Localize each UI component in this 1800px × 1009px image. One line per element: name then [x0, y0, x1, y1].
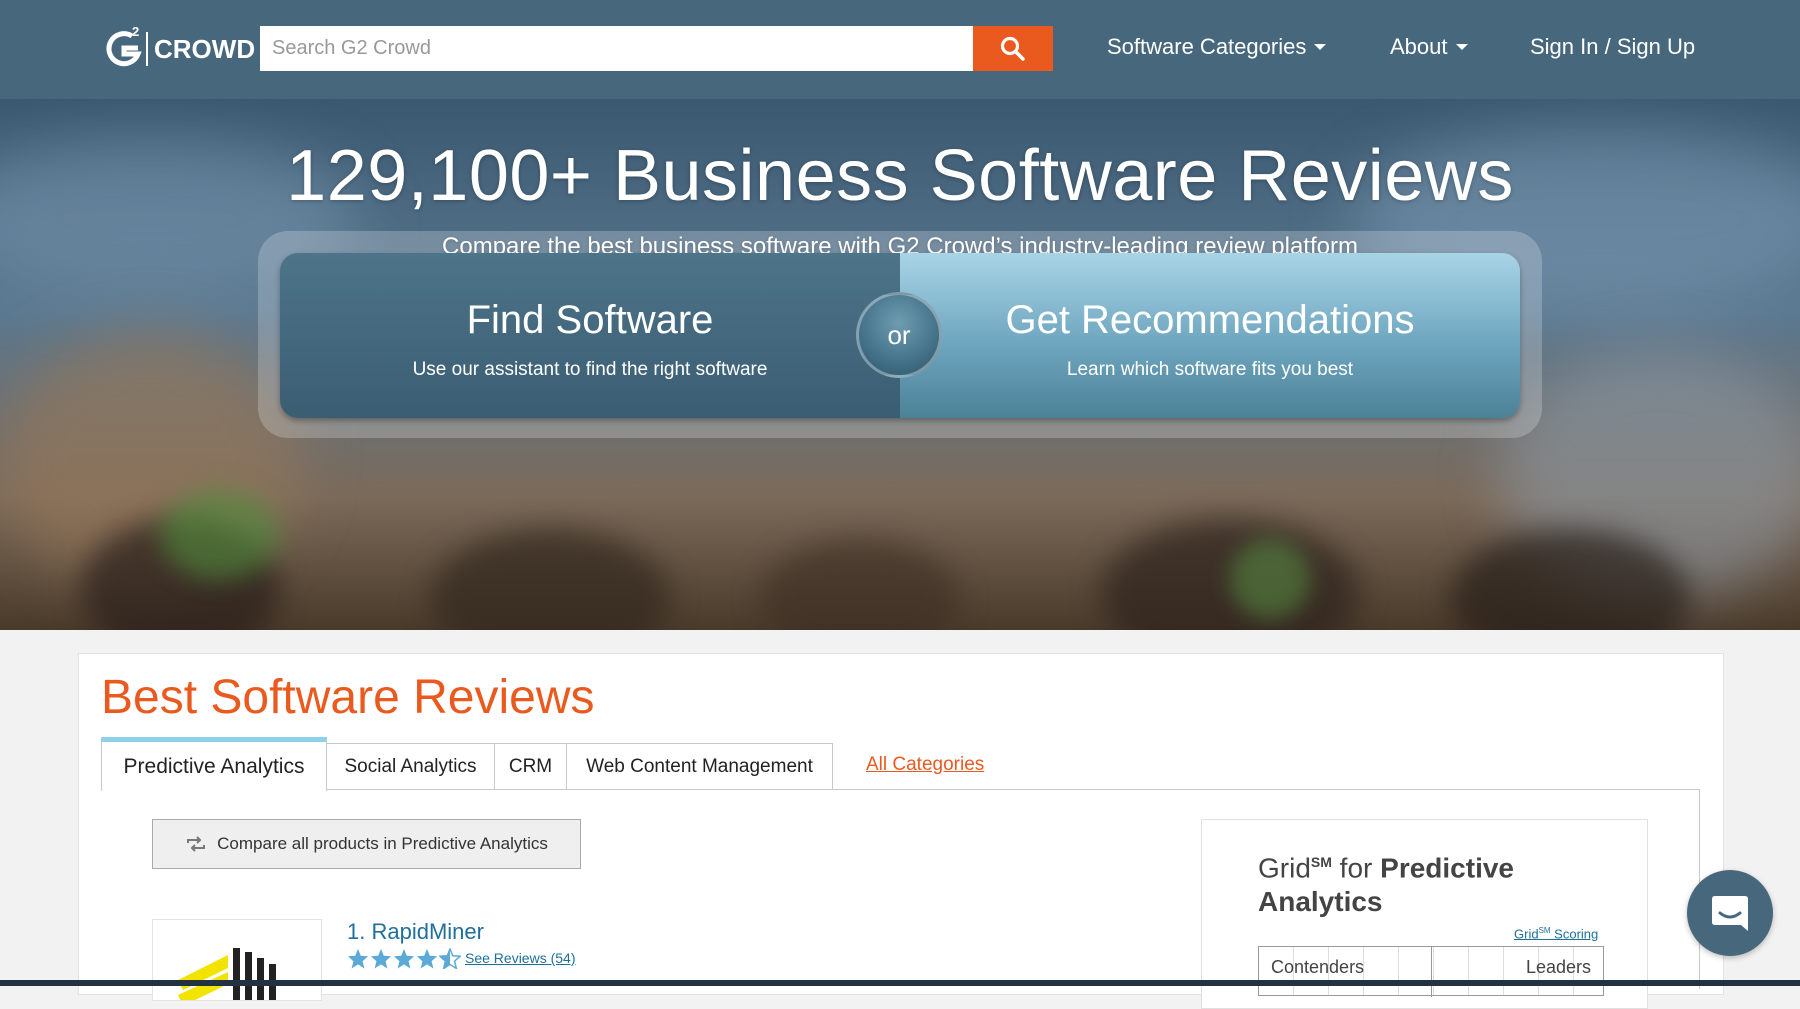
tab-predictive-analytics[interactable]: Predictive Analytics — [101, 737, 327, 791]
see-reviews-link[interactable]: See Reviews (54) — [465, 950, 576, 966]
compare-products-button[interactable]: Compare all products in Predictive Analy… — [152, 819, 581, 869]
product-name[interactable]: 1. RapidMiner — [347, 919, 484, 945]
bottom-edge-bar — [0, 980, 1800, 986]
grid-leaders-label: Leaders — [1525, 957, 1591, 977]
top-nav: 2 CROWD Software Categories About Sign I… — [0, 0, 1800, 99]
section-title: Best Software Reviews — [101, 671, 595, 724]
star-icon — [416, 948, 438, 969]
logo-separator — [146, 32, 148, 66]
chevron-down-icon — [1314, 44, 1327, 50]
star-icon — [393, 948, 415, 969]
tab-crm[interactable]: CRM — [494, 743, 567, 790]
magnifier-icon — [1000, 36, 1025, 61]
or-divider: or — [856, 292, 942, 378]
search-input[interactable] — [260, 26, 973, 71]
tab-web-content-management[interactable]: Web Content Management — [566, 743, 833, 790]
grid-chart-divider — [1431, 947, 1432, 997]
star-icon — [347, 948, 369, 969]
hero-title: 129,100+ Business Software Reviews — [286, 136, 1514, 216]
grid-scoring-suffix: Scoring — [1550, 926, 1599, 942]
star-icon — [370, 948, 392, 969]
compare-products-label: Compare all products in Predictive Analy… — [217, 834, 548, 853]
search-bar — [260, 26, 1053, 71]
tab-social-analytics[interactable]: Social Analytics — [326, 743, 495, 790]
all-categories-link[interactable]: All Categories — [866, 754, 984, 776]
grid-scoring-text: Grid — [1514, 926, 1539, 942]
grid-scoring-link[interactable]: GridSM Scoring — [1514, 926, 1598, 941]
grid-chart[interactable]: Contenders Leaders — [1258, 946, 1604, 997]
grid-title-sm: SM — [1310, 854, 1332, 870]
nav-sign-in[interactable]: Sign In / Sign Up — [1530, 34, 1695, 60]
rapidminer-logo[interactable] — [152, 919, 322, 1001]
nav-software-categories[interactable]: Software Categories — [1107, 34, 1327, 60]
grid-title-for: for — [1331, 852, 1381, 884]
tabs-underline — [101, 789, 1700, 790]
chevron-down-icon — [1455, 44, 1468, 50]
chat-bubble-icon — [1712, 896, 1748, 931]
grid-title-prefix: Grid — [1258, 852, 1311, 884]
star-half-icon — [439, 948, 461, 969]
nav-about-label: About — [1390, 34, 1448, 59]
nav-software-categories-label: Software Categories — [1107, 34, 1307, 59]
logo-text: CROWD — [154, 34, 256, 64]
find-software-title: Find Software — [466, 298, 714, 342]
nav-about[interactable]: About — [1390, 34, 1468, 60]
rapidminer-logo-icon — [178, 948, 276, 1000]
grid-scoring-sm: SM — [1538, 926, 1551, 935]
search-button[interactable] — [973, 26, 1053, 71]
get-recommendations-title: Get Recommendations — [1005, 298, 1415, 342]
find-software-button[interactable]: Find Software Use our assistant to find … — [280, 253, 900, 418]
nav-sign-in-label: Sign In / Sign Up — [1530, 34, 1696, 59]
logo-superscript: 2 — [132, 24, 140, 39]
find-software-desc: Use our assistant to find the right soft… — [412, 359, 768, 380]
grid-contenders-label: Contenders — [1271, 957, 1365, 977]
g2crowd-logo[interactable]: 2 CROWD — [104, 24, 255, 70]
get-recommendations-desc: Learn which software fits you best — [1066, 359, 1354, 380]
refresh-arrows-icon — [187, 836, 206, 852]
product-rating — [347, 948, 461, 969]
get-recommendations-button[interactable]: Get Recommendations Learn which software… — [900, 253, 1520, 418]
chat-launcher-button[interactable] — [1687, 870, 1773, 956]
grid-title: GridSM for Predictive Analytics — [1258, 845, 1558, 919]
